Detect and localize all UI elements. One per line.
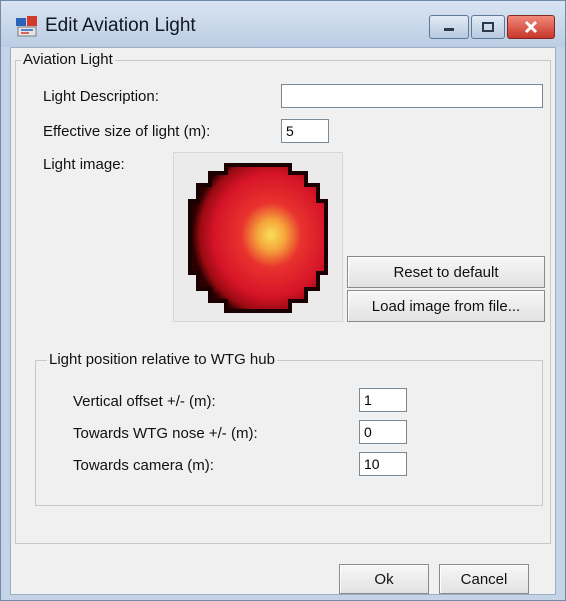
maximize-icon	[482, 22, 494, 32]
light-description-label: Light Description:	[43, 88, 159, 105]
title-bar[interactable]: Edit Aviation Light	[1, 1, 565, 47]
light-description-field[interactable]	[281, 84, 543, 108]
light-image	[188, 163, 328, 313]
maximize-button[interactable]	[471, 15, 505, 39]
ok-button[interactable]: Ok	[339, 564, 429, 594]
minimize-button[interactable]	[429, 15, 469, 39]
vertical-offset-label: Vertical offset +/- (m):	[73, 393, 216, 410]
cancel-button[interactable]: Cancel	[439, 564, 529, 594]
light-image-label: Light image:	[43, 156, 125, 173]
vertical-offset-field[interactable]	[359, 388, 407, 412]
effective-size-label: Effective size of light (m):	[43, 123, 211, 140]
minimize-icon	[444, 28, 454, 31]
effective-size-field[interactable]	[281, 119, 329, 143]
towards-nose-field[interactable]	[359, 420, 407, 444]
dialog-body: Aviation Light Light Description: Effect…	[10, 47, 556, 595]
light-position-group-title: Light position relative to WTG hub	[47, 351, 277, 368]
load-image-button[interactable]: Load image from file...	[347, 290, 545, 322]
light-image-preview	[173, 152, 343, 322]
towards-nose-label: Towards WTG nose +/- (m):	[73, 425, 258, 442]
reset-to-default-button[interactable]: Reset to default	[347, 256, 545, 288]
app-icon	[16, 16, 37, 37]
aviation-light-group-title: Aviation Light	[21, 51, 115, 68]
dialog-window: Edit Aviation Light Aviation Light Light…	[0, 0, 566, 601]
close-button[interactable]	[507, 15, 555, 39]
towards-camera-field[interactable]	[359, 452, 407, 476]
towards-camera-label: Towards camera (m):	[73, 457, 214, 474]
window-title: Edit Aviation Light	[45, 15, 196, 36]
close-icon	[524, 20, 538, 34]
